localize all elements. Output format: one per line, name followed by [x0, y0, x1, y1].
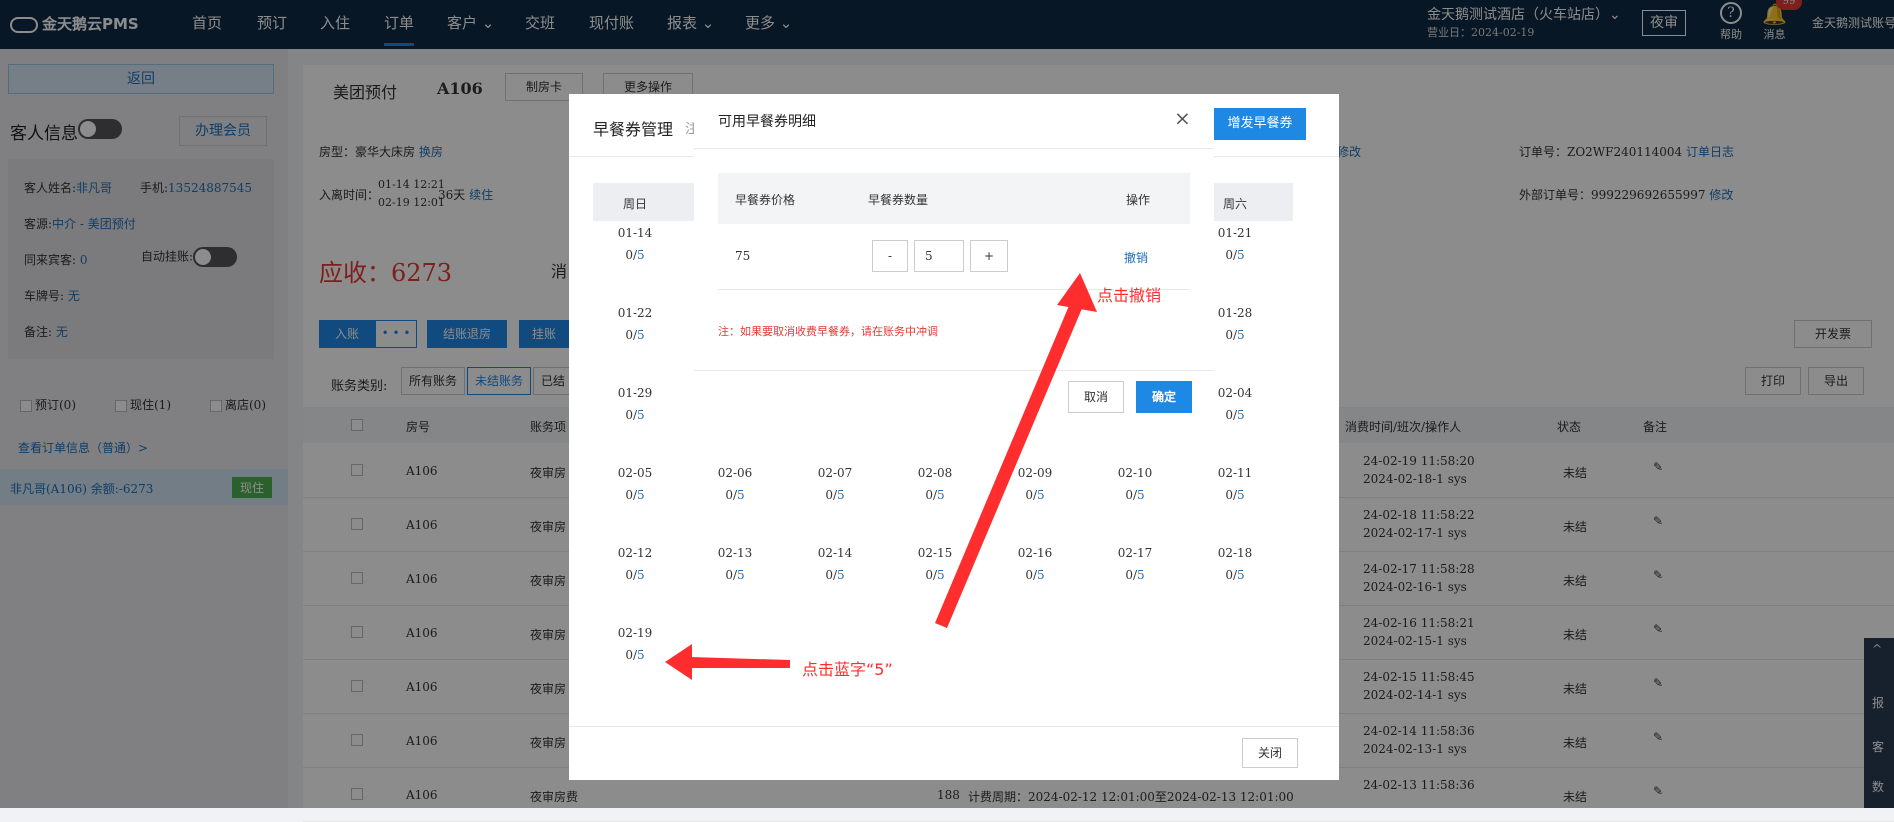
arrow-head-revoke — [1057, 273, 1097, 312]
annotation-click-revoke: 点击撤销 — [1097, 286, 1162, 305]
annotation-click-five: 点击蓝字“5” — [802, 660, 893, 679]
annotation-arrows — [665, 273, 1097, 680]
arrow-shaft-revoke — [935, 301, 1083, 628]
arrow-head-five — [665, 644, 692, 680]
arrow-shaft-five — [690, 657, 790, 668]
